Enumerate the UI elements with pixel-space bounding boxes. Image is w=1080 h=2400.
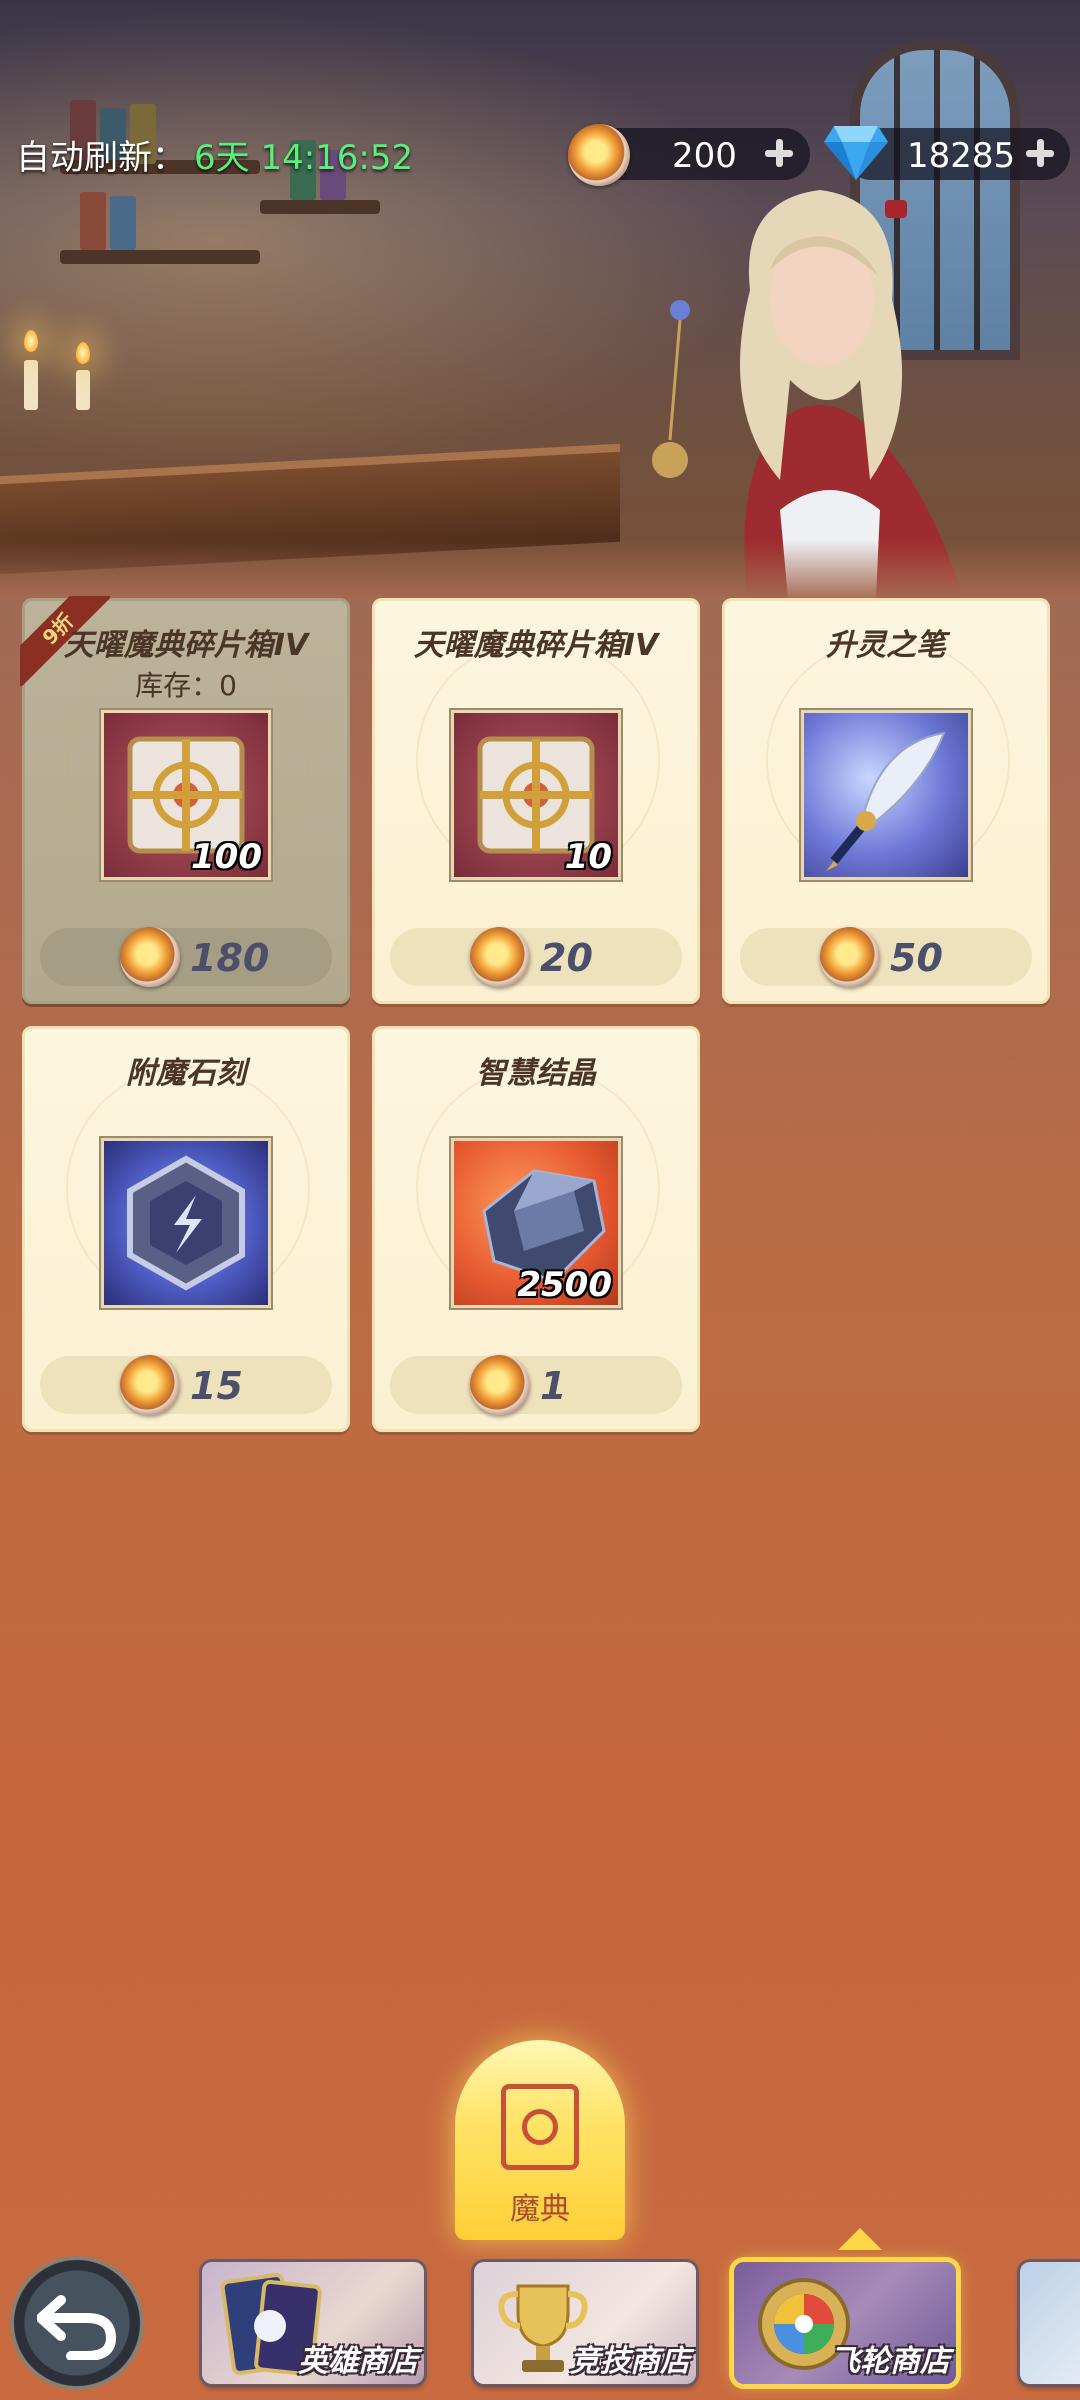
item-image xyxy=(99,1136,273,1310)
tab-flywheel-shop[interactable]: 飞轮商店 xyxy=(734,2262,956,2384)
diamond-amount: 18285 xyxy=(907,136,1016,176)
price-value: 20 xyxy=(540,936,593,980)
back-button[interactable] xyxy=(10,2256,144,2390)
item-image: 100 xyxy=(99,708,273,882)
grimoire-subtab[interactable]: 魔典 xyxy=(455,2040,625,2240)
item-stock: 库存：0 xyxy=(135,669,237,702)
diamond-icon xyxy=(824,126,888,180)
auto-refresh-timer: 自动刷新： 6天 14:16:52 xyxy=(16,130,413,179)
add-coin-button[interactable] xyxy=(760,134,798,172)
item-title: 升灵之笔 xyxy=(826,628,946,663)
tab-label: 飞轮商店 xyxy=(830,2344,950,2379)
price-button[interactable]: 20 xyxy=(390,927,682,987)
coin-icon xyxy=(568,124,630,186)
item-image xyxy=(799,708,973,882)
item-quantity: 100 xyxy=(191,837,262,877)
shop-item-card[interactable]: 附魔石刻 15 xyxy=(22,1026,350,1432)
item-quantity: 2500 xyxy=(517,1265,612,1305)
coin-icon xyxy=(470,927,530,987)
coin-icon xyxy=(820,927,880,987)
coin-icon xyxy=(120,1355,180,1415)
item-title: 智慧结晶 xyxy=(476,1056,596,1091)
shop-banner xyxy=(0,0,1080,600)
rune-stone-icon xyxy=(127,1155,245,1291)
shopkeeper-illustration xyxy=(652,190,964,600)
tab-arena-shop[interactable]: 竞技商店 xyxy=(474,2262,696,2384)
price-value: 1 xyxy=(540,1364,567,1408)
price-value: 180 xyxy=(190,936,270,980)
coin-icon xyxy=(120,927,180,987)
tab-label: 竞技商店 xyxy=(570,2344,690,2379)
quill-icon xyxy=(826,731,946,871)
price-button[interactable]: 180 xyxy=(40,927,332,987)
price-value: 50 xyxy=(890,936,943,980)
subtab-label: 魔典 xyxy=(510,2192,570,2227)
price-button[interactable]: 15 xyxy=(40,1355,332,1415)
tab-label: 英雄商店 xyxy=(298,2344,418,2379)
shop-item-card[interactable]: 智慧结晶 2500 1 xyxy=(372,1026,700,1432)
price-button[interactable]: 1 xyxy=(390,1355,682,1415)
price-value: 15 xyxy=(190,1364,243,1408)
shop-item-card[interactable]: 9折 天曜魔典碎片箱IV 库存：0 100 180 xyxy=(20,596,350,1004)
tab-more-shop[interactable] xyxy=(1020,2262,1080,2384)
item-title: 附魔石刻 xyxy=(126,1056,246,1091)
coin-amount: 200 xyxy=(672,136,737,176)
item-image: 10 xyxy=(449,708,623,882)
item-title: 天曜魔典碎片箱IV xyxy=(63,628,309,663)
refresh-label: 自动刷新： xyxy=(16,138,186,178)
shop-item-card[interactable]: 升灵之笔 50 xyxy=(722,598,1050,1004)
add-diamond-button[interactable] xyxy=(1021,134,1059,172)
shop-item-card[interactable]: 天曜魔典碎片箱IV 10 20 xyxy=(372,598,700,1004)
item-image: 2500 xyxy=(449,1136,623,1310)
refresh-countdown: 6天 14:16:52 xyxy=(194,138,414,178)
price-button[interactable]: 50 xyxy=(740,927,1032,987)
item-title: 天曜魔典碎片箱IV xyxy=(413,628,659,663)
item-quantity: 10 xyxy=(564,837,612,877)
active-tab-indicator xyxy=(838,2228,882,2250)
tab-hero-shop[interactable]: 英雄商店 xyxy=(202,2262,424,2384)
grimoire-icon xyxy=(501,2084,579,2170)
coin-icon xyxy=(470,1355,530,1415)
back-arrow-icon xyxy=(37,2295,117,2360)
